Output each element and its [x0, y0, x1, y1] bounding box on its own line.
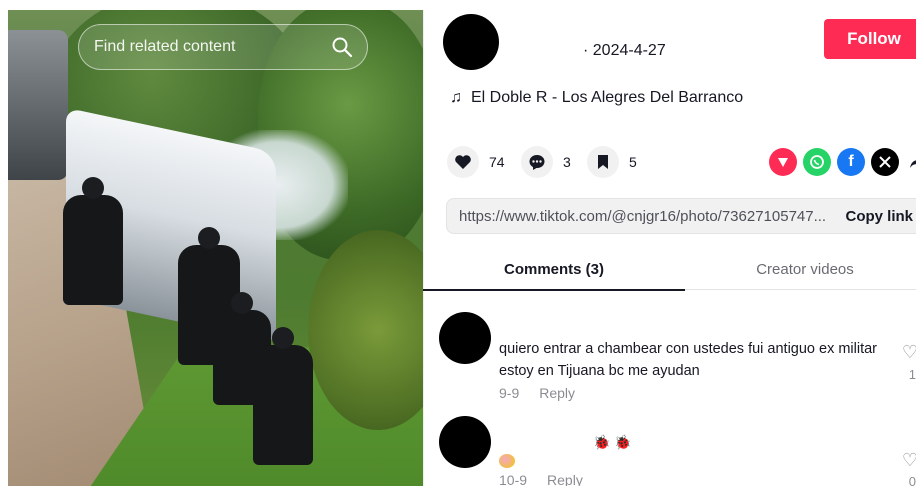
like-action[interactable]: 74	[447, 146, 505, 178]
comment-like-icon[interactable]: ♡	[902, 450, 916, 471]
comment-like-icon[interactable]: ♡	[902, 342, 916, 363]
comment-text: quiero entrar a chambear con ustedes fui…	[499, 341, 878, 379]
author-avatar[interactable]	[443, 14, 499, 70]
save-action[interactable]: 5	[587, 146, 637, 178]
music-title: El Doble R - Los Alegres Del Barranco	[471, 89, 744, 106]
comment-icon[interactable]	[521, 146, 553, 178]
action-bar: 74 3 5 f	[447, 146, 916, 178]
related-search-bar[interactable]: Find related content	[78, 24, 368, 70]
facebook-icon[interactable]: f	[837, 148, 865, 176]
tab-comments[interactable]: Comments (3)	[423, 248, 685, 291]
comment-action[interactable]: 3	[521, 146, 571, 178]
post-details-panel: · 2024-4-27 Follow ♫ El Doble R - Los Al…	[423, 0, 916, 486]
post-date: · 2024-4-27	[583, 42, 666, 59]
post-link[interactable]: https://www.tiktok.com/@cnjgr16/photo/73…	[459, 208, 831, 225]
send-icon[interactable]	[769, 148, 797, 176]
photo-vehicle	[8, 30, 68, 180]
comment-date: 9-9	[499, 385, 520, 401]
whatsapp-icon[interactable]	[803, 148, 831, 176]
emoji-icon	[499, 454, 515, 468]
comment-like-count: 0	[908, 474, 916, 486]
reply-button[interactable]: Reply	[547, 472, 583, 486]
copy-link-button[interactable]: Copy link	[831, 208, 913, 225]
search-placeholder: Find related content	[94, 38, 236, 55]
comment-date: 10-9	[499, 472, 528, 486]
music-note-icon: ♫	[450, 89, 462, 106]
photo-figure	[253, 327, 313, 465]
comments-tabs: Comments (3) Creator videos	[423, 248, 916, 291]
comment-meta: 10-9 Reply	[499, 472, 583, 486]
comment-item: 🐞🐞 10-9 Reply ♡ 0	[423, 416, 916, 486]
bookmark-icon[interactable]	[587, 146, 619, 178]
post-photo[interactable]: Find related content	[8, 10, 423, 486]
save-count: 5	[629, 154, 637, 170]
follow-button[interactable]: Follow	[824, 19, 916, 59]
like-count: 74	[489, 154, 505, 170]
search-icon[interactable]	[331, 36, 353, 58]
heart-icon[interactable]	[447, 146, 479, 178]
tab-creator-videos[interactable]: Creator videos	[685, 248, 916, 290]
photo-figure	[63, 177, 123, 305]
music-link[interactable]: ♫ El Doble R - Los Alegres Del Barranco	[450, 89, 743, 107]
ladybug-emoji-icon: 🐞🐞	[593, 434, 636, 450]
share-arrow-icon[interactable]	[903, 148, 916, 176]
x-icon[interactable]	[871, 148, 899, 176]
reply-button[interactable]: Reply	[539, 385, 575, 401]
commenter-avatar[interactable]	[439, 416, 491, 468]
comment-meta: 9-9 Reply	[499, 385, 575, 401]
comment-like-count: 1	[908, 367, 916, 382]
post-link-box: https://www.tiktok.com/@cnjgr16/photo/73…	[446, 198, 916, 234]
comment-count: 3	[563, 154, 571, 170]
comment-item: quiero entrar a chambear con ustedes fui…	[423, 312, 916, 402]
commenter-avatar[interactable]	[439, 312, 491, 364]
